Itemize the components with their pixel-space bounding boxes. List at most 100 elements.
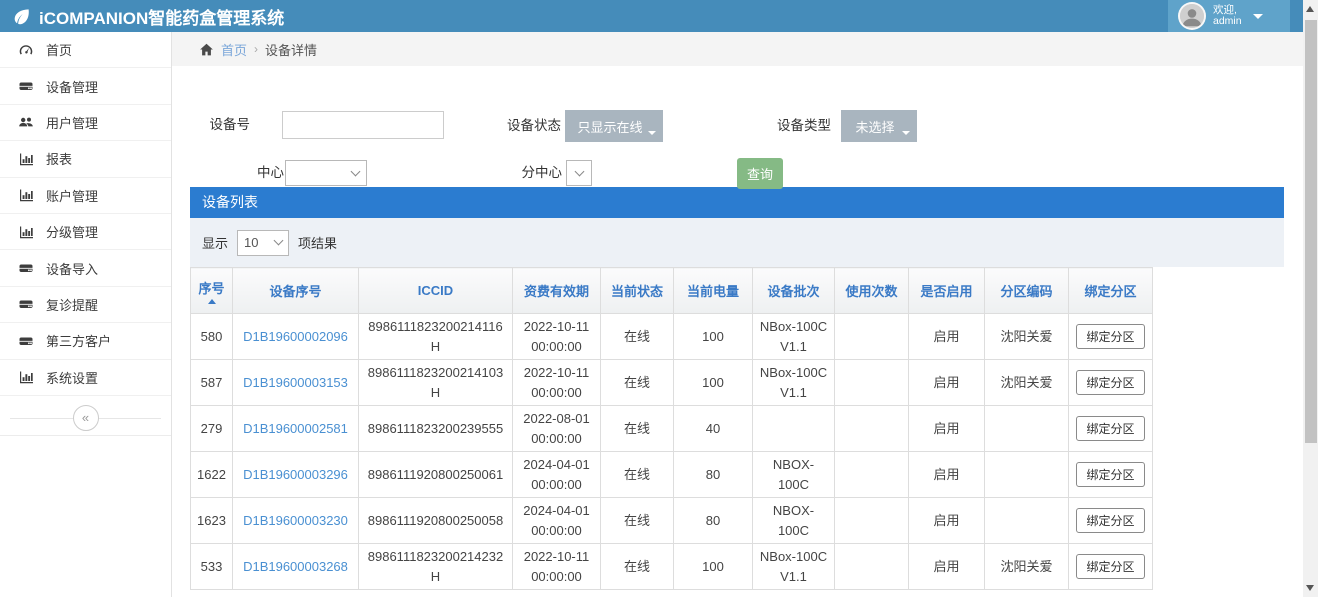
scrollbar-thumb[interactable]	[1305, 20, 1317, 443]
col-battery[interactable]: 当前电量	[674, 268, 753, 314]
users-icon	[17, 114, 35, 130]
device-no-input[interactable]	[282, 111, 444, 139]
chart-icon	[17, 224, 35, 240]
search-button[interactable]: 查询	[737, 158, 783, 189]
device-status-dropdown[interactable]: 只显示在线	[565, 110, 663, 142]
sidebar-item-device-import[interactable]: 设备导入	[0, 250, 171, 286]
cell-status: 在线	[601, 314, 674, 360]
sidebar-item-reports[interactable]: 报表	[0, 141, 171, 177]
col-expiry[interactable]: 资费有效期	[513, 268, 601, 314]
sidebar-item-revisit-reminder[interactable]: 复诊提醒	[0, 287, 171, 323]
vertical-scrollbar[interactable]	[1303, 0, 1318, 597]
center-select[interactable]	[285, 160, 367, 186]
device-type-dropdown[interactable]: 未选择	[841, 110, 917, 142]
col-iccid[interactable]: ICCID	[359, 268, 513, 314]
cell-batch: NBox-100C V1.1	[753, 314, 835, 360]
scroll-up-icon[interactable]	[1306, 6, 1314, 12]
table-row: 580 D1B19600002096 8986111823200214116H …	[191, 314, 1153, 360]
sidebar-item-account-mgmt[interactable]: 账户管理	[0, 178, 171, 214]
chevron-down-icon	[574, 166, 584, 176]
cell-iccid: 8986111823200214116H	[359, 314, 513, 360]
sidebar-item-system-settings[interactable]: 系统设置	[0, 360, 171, 396]
cell-status: 在线	[601, 360, 674, 406]
bind-partition-button[interactable]: 绑定分区	[1076, 554, 1144, 579]
cell-expiry: 2024-04-01 00:00:00	[513, 452, 601, 498]
col-serial[interactable]: 设备序号	[233, 268, 359, 314]
col-enabled[interactable]: 是否启用	[909, 268, 985, 314]
cell-partition: 沈阳关爱	[985, 544, 1069, 590]
bind-partition-button[interactable]: 绑定分区	[1076, 324, 1144, 349]
cell-batch: NBox-100C V1.1	[753, 544, 835, 590]
cell-serial: D1B19600003296	[233, 452, 359, 498]
subcenter-label: 分中心	[516, 159, 562, 187]
cell-status: 在线	[601, 544, 674, 590]
cell-status: 在线	[601, 498, 674, 544]
table-row: 1622 D1B19600003296 8986111920800250061 …	[191, 452, 1153, 498]
device-list-panel: 设备列表 显示 10 项结果 序号	[190, 187, 1284, 590]
sidebar-item-device-mgmt[interactable]: 设备管理	[0, 68, 171, 104]
sidebar-item-level-mgmt[interactable]: 分级管理	[0, 214, 171, 250]
page-size-select[interactable]: 10	[237, 230, 289, 256]
collapse-icon: «	[82, 410, 89, 425]
col-batch[interactable]: 设备批次	[753, 268, 835, 314]
breadcrumb-current: 设备详情	[265, 40, 317, 59]
cell-usage	[835, 360, 909, 406]
chevron-down-icon	[648, 131, 656, 135]
device-serial-link[interactable]: D1B19600003296	[243, 467, 348, 482]
cell-enabled: 启用	[909, 360, 985, 406]
sidebar-collapse-row: «	[0, 402, 171, 436]
cell-bind: 绑定分区	[1069, 452, 1153, 498]
device-serial-link[interactable]: D1B19600003268	[243, 559, 348, 574]
device-serial-link[interactable]: D1B19600002096	[243, 329, 348, 344]
col-status[interactable]: 当前状态	[601, 268, 674, 314]
sidebar-item-label: 第三方客户	[46, 331, 111, 350]
cell-iccid: 8986111920800250061	[359, 452, 513, 498]
cell-battery: 40	[674, 406, 753, 452]
col-seq[interactable]: 序号	[191, 268, 233, 314]
cell-enabled: 启用	[909, 406, 985, 452]
cell-partition	[985, 452, 1069, 498]
cell-partition	[985, 498, 1069, 544]
sidebar-item-user-mgmt[interactable]: 用户管理	[0, 105, 171, 141]
sidebar-item-home[interactable]: 首页	[0, 32, 171, 68]
hdd-icon	[17, 78, 35, 94]
scroll-down-icon[interactable]	[1306, 585, 1314, 591]
sidebar-item-label: 设备管理	[46, 77, 98, 96]
cell-iccid: 8986111920800250058	[359, 498, 513, 544]
user-menu[interactable]: 欢迎, admin	[1168, 0, 1290, 32]
sidebar-item-label: 用户管理	[46, 113, 98, 132]
breadcrumb-home-link[interactable]: 首页	[221, 40, 247, 59]
device-serial-link[interactable]: D1B19600003153	[243, 375, 348, 390]
sidebar-item-third-party[interactable]: 第三方客户	[0, 323, 171, 359]
cell-battery: 100	[674, 314, 753, 360]
device-serial-link[interactable]: D1B19600003230	[243, 513, 348, 528]
col-usage[interactable]: 使用次数	[835, 268, 909, 314]
cell-battery: 100	[674, 360, 753, 406]
table-row: 1623 D1B19600003230 8986111920800250058 …	[191, 498, 1153, 544]
chart-icon	[17, 187, 35, 203]
cell-batch: NBOX-100C	[753, 452, 835, 498]
bind-partition-button[interactable]: 绑定分区	[1076, 416, 1144, 441]
cell-battery: 80	[674, 452, 753, 498]
col-partition[interactable]: 分区编码	[985, 268, 1069, 314]
bind-partition-button[interactable]: 绑定分区	[1076, 462, 1144, 487]
subcenter-select[interactable]	[566, 160, 592, 186]
cell-partition: 沈阳关爱	[985, 314, 1069, 360]
device-status-label: 设备状态	[503, 110, 561, 142]
page-size-value: 10	[244, 235, 258, 250]
device-type-label: 设备类型	[773, 110, 831, 142]
col-bind[interactable]: 绑定分区	[1069, 268, 1153, 314]
device-serial-link[interactable]: D1B19600002581	[243, 421, 348, 436]
chart-icon	[17, 369, 35, 385]
device-table-body: 580 D1B19600002096 8986111823200214116H …	[191, 314, 1153, 590]
bind-partition-button[interactable]: 绑定分区	[1076, 508, 1144, 533]
bind-partition-button[interactable]: 绑定分区	[1076, 370, 1144, 395]
cell-bind: 绑定分区	[1069, 498, 1153, 544]
cell-expiry: 2024-04-01 00:00:00	[513, 498, 601, 544]
cell-usage	[835, 314, 909, 360]
center-label: 中心	[252, 159, 284, 187]
top-navbar: iCOMPANION智能药盒管理系统 欢迎, admin	[0, 0, 1318, 32]
sidebar-collapse-button[interactable]: «	[73, 405, 99, 431]
chevron-down-icon	[1253, 14, 1263, 19]
sidebar-item-label: 首页	[46, 40, 72, 59]
